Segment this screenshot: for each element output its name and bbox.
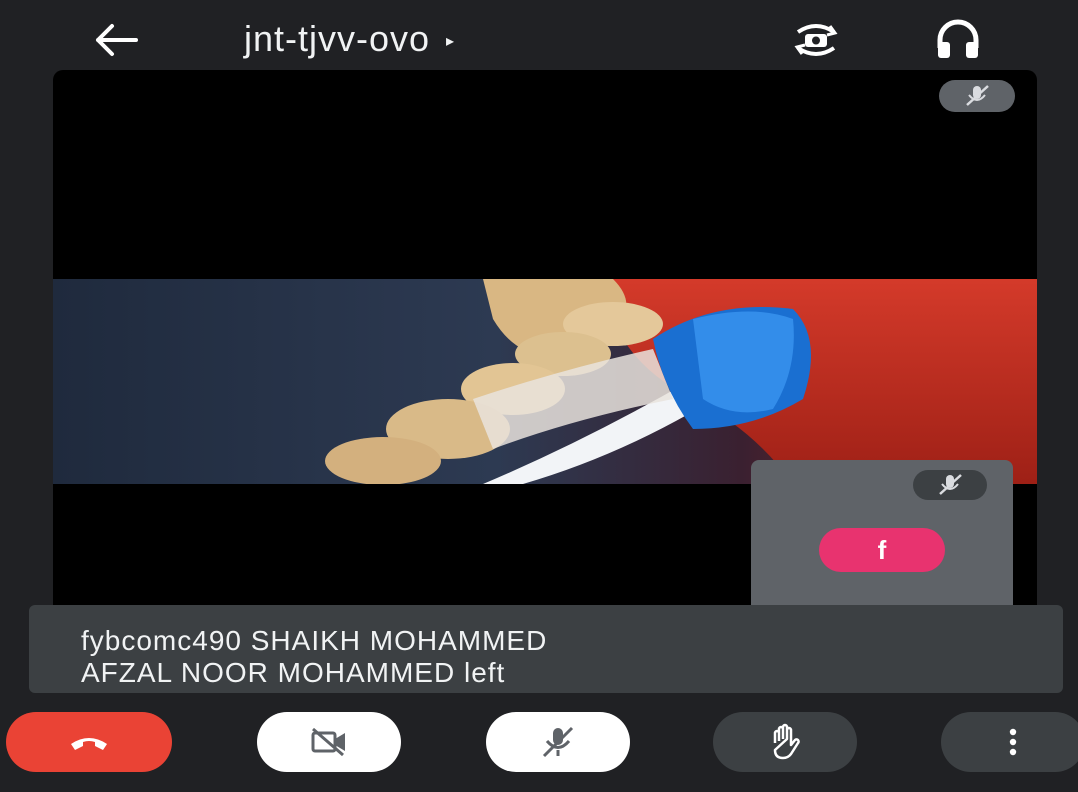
mic-off-icon [542, 726, 574, 758]
more-options-button[interactable] [941, 712, 1078, 772]
switch-camera-icon [794, 24, 838, 56]
video-off-icon [311, 727, 345, 757]
mic-toggle-button[interactable] [486, 712, 630, 772]
shared-screen-video [53, 279, 1037, 484]
participant-left-notification: fybcomc490 SHAIKH MOHAMMED AFZAL NOOR MO… [29, 605, 1063, 693]
audio-output-button[interactable] [930, 18, 986, 62]
camera-toggle-button[interactable] [257, 712, 401, 772]
mic-off-icon [966, 85, 989, 106]
arrow-left-icon [96, 24, 138, 56]
self-view-tile[interactable]: f [751, 460, 1013, 608]
more-vert-icon [1009, 728, 1017, 756]
raise-hand-icon [773, 723, 800, 760]
back-button[interactable] [88, 18, 144, 62]
raise-hand-button[interactable] [713, 712, 857, 772]
switch-camera-button[interactable] [786, 18, 846, 62]
self-muted-indicator [913, 470, 987, 500]
avatar: f [819, 528, 945, 572]
notification-line-2: AFZAL NOOR MOHAMMED left [81, 657, 506, 688]
mic-off-icon [939, 474, 962, 495]
top-bar: jnt-tjvv-ovo ▸ [0, 0, 1078, 80]
end-call-button[interactable] [6, 712, 172, 772]
phone-hangup-icon [71, 738, 107, 750]
presenter-muted-indicator [939, 80, 1015, 112]
notification-line-1: fybcomc490 SHAIKH MOHAMMED [81, 625, 548, 656]
meeting-code: jnt-tjvv-ovo [244, 18, 431, 59]
headset-icon [937, 19, 979, 58]
caret-right-icon: ▸ [446, 33, 456, 51]
meeting-code-button[interactable]: jnt-tjvv-ovo ▸ [244, 18, 455, 60]
call-controls [0, 712, 1078, 772]
